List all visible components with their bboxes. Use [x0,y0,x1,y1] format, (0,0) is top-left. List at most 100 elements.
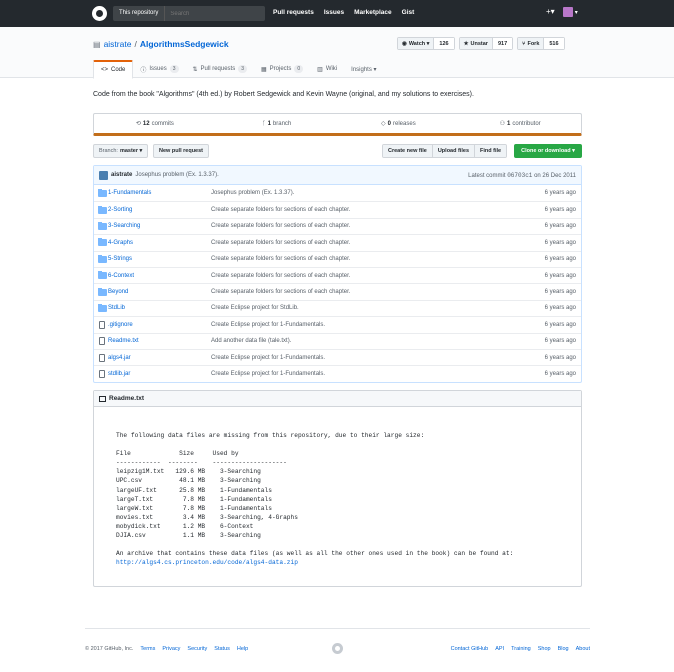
search-input[interactable] [165,10,265,17]
footer-link-contact[interactable]: Contact GitHub [451,646,489,652]
file-commit-message-link[interactable]: Create Eclipse project for 1-Fundamental… [211,371,325,377]
tab-issues[interactable]: ⓘ Issues 3 [133,60,185,78]
folder-icon [98,221,107,230]
file-icon [99,369,105,378]
nav-pull-requests[interactable]: Pull requests [273,9,314,16]
repo-icon: ▤ [93,39,101,49]
file-name-link[interactable]: 1-Fundamentals [108,190,151,196]
tag-icon: ◇ [381,121,386,127]
footer-link-status[interactable]: Status [214,646,230,652]
commits-count: 12 [142,120,150,127]
tab-pull-requests[interactable]: ⇅ Pull requests 3 [186,60,255,78]
file-age: 6 years ago [544,354,576,361]
commit-author-link[interactable]: aistrate [111,172,132,178]
file-name-link[interactable]: 4-Graphs [108,240,133,246]
file-commit-message-link[interactable]: Create separate folders for sections of … [211,256,350,262]
file-commit-message-link[interactable]: Create Eclipse project for 1-Fundamental… [211,355,325,361]
file-age: 6 years ago [544,223,576,230]
committer-avatar[interactable] [99,170,108,180]
commit-sha-link[interactable]: 06703c1 [507,172,532,179]
new-pull-request-button[interactable]: New pull request [153,144,210,158]
file-commit-message-link[interactable]: Create separate folders for sections of … [211,273,350,279]
repo-name-link[interactable]: AlgorithmsSedgewick [140,39,229,49]
file-commit-message-link[interactable]: Create separate folders for sections of … [211,240,350,246]
nav-issues[interactable]: Issues [324,9,344,16]
file-commit-message-link[interactable]: Josephus problem (Ex. 1.3.37). [211,190,294,196]
github-logo-icon[interactable] [92,6,107,21]
footer-link-privacy[interactable]: Privacy [162,646,180,652]
file-name-link[interactable]: 6-Context [108,273,134,279]
releases-link[interactable]: ◇ 0 releases [338,114,460,133]
commits-label: commits [151,120,174,127]
branch-select-button[interactable]: Branch: master ▾ [93,144,149,158]
file-name-link[interactable]: 3-Searching [108,223,140,229]
file-row: 1-Fundamentals Josephus problem (Ex. 1.3.… [94,185,581,201]
file-name-link[interactable]: .gitignore [108,322,133,328]
file-commit-message-link[interactable]: Add another data file (tale.txt). [211,338,291,344]
footer-link-security[interactable]: Security [187,646,207,652]
readme-title: Readme.txt [109,395,145,402]
folder-icon [98,254,107,263]
github-mark-icon[interactable] [332,643,343,654]
commit-message-link[interactable]: Josephus problem (Ex. 1.3.37). [135,172,218,178]
clone-or-download-button[interactable]: Clone or download ▾ [514,144,582,158]
watch-count[interactable]: 126 [433,38,454,49]
history-icon: ⟲ [135,121,141,127]
unstar-button[interactable]: ★ Unstar [459,38,492,49]
unstar-label: Unstar [470,40,488,47]
star-count[interactable]: 917 [491,38,513,49]
file-age: 6 years ago [544,305,576,312]
projects-counter: 0 [294,65,304,73]
file-commit-message-link[interactable]: Create separate folders for sections of … [211,289,350,295]
avatar [562,7,573,17]
fork-count[interactable]: 516 [543,38,564,49]
file-commit-message-link[interactable]: Create Eclipse project for StdLib. [211,305,299,311]
search-bar[interactable]: This repository [113,6,265,21]
file-commit-message-link[interactable]: Create Eclipse project for 1-Fundamental… [211,322,325,328]
find-file-button[interactable]: Find file [475,145,507,157]
file-row: 5-Strings Create separate folders for sec… [94,250,581,267]
readme-archive-link[interactable]: http://algs4.cs.princeton.edu/code/algs4… [116,559,298,566]
file-age: 6 years ago [544,321,576,328]
tab-insights[interactable]: Insights ▾ [344,60,383,78]
fork-button[interactable]: ⑂ Fork [518,38,544,49]
upload-files-button[interactable]: Upload files [432,145,475,157]
nav-gist[interactable]: Gist [402,9,415,16]
file-commit-message-link[interactable]: Create separate folders for sections of … [211,223,350,229]
watch-button[interactable]: ◉ Watch ▾ [398,38,434,49]
tab-wiki[interactable]: ▥ Wiki [310,60,344,78]
watch-label: Watch ▾ [408,40,430,47]
footer-link-help[interactable]: Help [237,646,248,652]
footer-link-about[interactable]: About [576,646,590,652]
branches-link[interactable]: ᚴ 1 branch [216,114,338,133]
footer-link-blog[interactable]: Blog [558,646,569,652]
user-menu[interactable]: ▾ [562,7,578,17]
file-commit-message-link[interactable]: Create separate folders for sections of … [211,207,350,213]
footer-link-terms[interactable]: Terms [140,646,155,652]
footer-link-training[interactable]: Training [511,646,531,652]
readme-line: DJIA.csv 1.1 MB 3-Searching [116,532,261,540]
file-name-link[interactable]: Readme.txt [108,338,139,344]
file-age: 6 years ago [544,207,576,214]
footer-link-shop[interactable]: Shop [538,646,551,652]
readme-line: mobydick.txt 1.2 MB 6-Context [116,522,254,530]
tab-projects[interactable]: ▦ Projects 0 [254,60,310,78]
file-name-link[interactable]: 5-Strings [108,256,132,262]
file-row: 6-Context Create separate folders for sec… [94,266,581,283]
repo-owner-link[interactable]: aistrate [104,39,132,49]
footer-link-api[interactable]: API [495,646,504,652]
file-name-link[interactable]: algs4.jar [108,355,131,361]
repo-name: AlgorithmsSedgewick [139,39,229,49]
file-name-link[interactable]: StdLib [108,305,125,311]
create-new-dropdown[interactable]: +▾ [546,7,555,17]
star-icon: ★ [463,40,469,47]
commits-link[interactable]: ⟲ 12 commits [94,114,216,133]
book-icon [99,395,106,402]
contributors-link[interactable]: ⚇ 1 contributor [459,114,581,133]
file-name-link[interactable]: Beyond [108,289,128,295]
tab-code[interactable]: <> Code [93,60,134,79]
nav-marketplace[interactable]: Marketplace [354,9,392,16]
file-name-link[interactable]: stdlib.jar [108,371,130,377]
create-new-file-button[interactable]: Create new file [383,145,433,157]
file-name-link[interactable]: 2-Sorting [108,207,132,213]
